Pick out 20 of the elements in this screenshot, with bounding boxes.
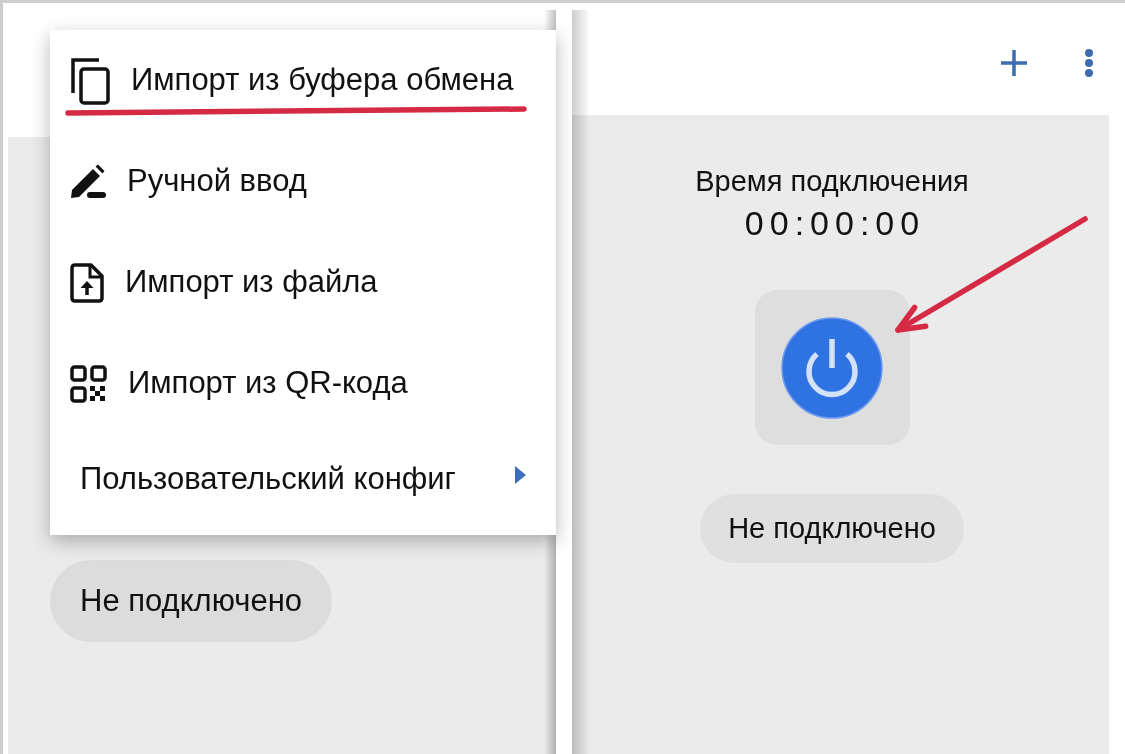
status-chip: Не подключено: [50, 560, 332, 642]
power-icon: [781, 316, 883, 419]
connection-timer: 00:00:00: [743, 204, 926, 242]
more-options-button[interactable]: [1085, 48, 1093, 77]
menu-item[interactable]: Ручной ввод: [50, 131, 556, 232]
power-button[interactable]: [754, 290, 910, 445]
copy-icon: [70, 56, 110, 105]
menu-item[interactable]: Пользовательский конфиг: [50, 434, 556, 535]
menu-item[interactable]: Импорт из QR-кода: [50, 333, 556, 434]
menu-item[interactable]: Импорт из буфера обмена: [50, 30, 556, 131]
kebab-menu-icon: [1085, 48, 1093, 77]
file-upload-icon: [70, 262, 104, 303]
pencil-icon: [70, 164, 106, 199]
add-button[interactable]: [1001, 49, 1027, 76]
connection-time-label: Время подключения: [695, 165, 969, 197]
caret-right-icon: [515, 466, 526, 484]
menu-item[interactable]: Импорт из файла: [50, 232, 556, 333]
qr-code-icon: [70, 364, 107, 403]
plus-icon: [1001, 49, 1027, 76]
status-chip: Не подключено: [700, 494, 964, 563]
